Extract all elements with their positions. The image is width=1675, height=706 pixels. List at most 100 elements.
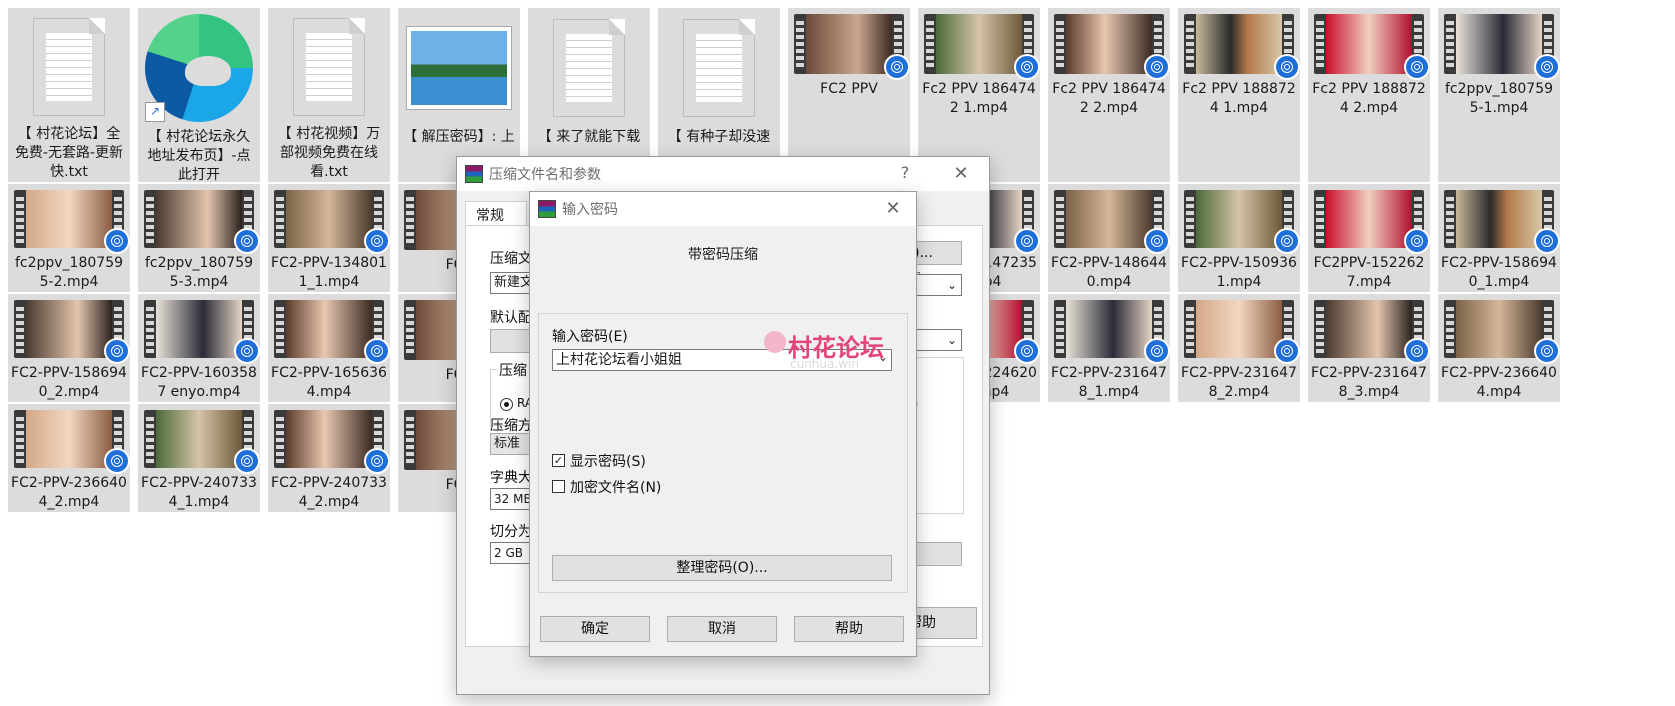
file-item[interactable]: FC2-PPV-2316478_3.mp4 <box>1308 294 1430 402</box>
file-item[interactable]: FC2-PPV-1586940_1.mp4 <box>1438 184 1560 292</box>
file-item[interactable]: FC2-PPV-2407334_1.mp4 <box>138 404 260 512</box>
file-item[interactable]: FC2-PPV-1656364.mp4 <box>268 294 390 402</box>
file-name: FC2-PPV-1348011_1.mp4 <box>271 255 387 290</box>
watermark-girl-icon <box>764 331 786 353</box>
file-name: FC2-PPV-2366404_2.mp4 <box>11 475 127 510</box>
file-name: FC2-PPV-1603587 enyo.mp4 <box>141 365 257 400</box>
file-item[interactable]: FC2-PPV-2366404.mp4 <box>1438 294 1560 402</box>
encrypt-filenames-checkbox[interactable] <box>552 480 565 493</box>
file-item[interactable]: FC2-PPV-2316478_2.mp4 <box>1178 294 1300 402</box>
file-name: Fc2 PPV 1888724 1.mp4 <box>1182 81 1296 116</box>
file-name: fc2ppv_1807595-1.mp4 <box>1444 81 1554 116</box>
password-dialog-titlebar: 输入密码 ✕ <box>530 192 916 226</box>
profiles-button[interactable] <box>490 329 530 353</box>
password-help-button[interactable]: 帮助 <box>794 616 904 642</box>
file-item[interactable]: FC2-PPV-2407334_2.mp4 <box>268 404 390 512</box>
encrypt-filenames-label: 加密文件名(N) <box>570 480 662 496</box>
file-name: FC2-PPV-1586940_2.mp4 <box>11 365 127 400</box>
password-cancel-button[interactable]: 取消 <box>667 616 777 642</box>
text-file-icon <box>33 17 105 116</box>
file-name: FC2PPV-1522627.mp4 <box>1313 255 1425 290</box>
media-player-icon <box>234 338 260 364</box>
file-name: FC2-PPV-2407334_2.mp4 <box>271 475 387 510</box>
file-item[interactable]: FC2-PPV-2366404_2.mp4 <box>8 404 130 512</box>
format-rar-radio[interactable] <box>500 398 513 411</box>
media-player-icon <box>1014 54 1040 80</box>
password-dialog: 输入密码 ✕ 带密码压缩 输入密码(E) 上村花论坛看小姐姐 ⌄ ✓ 显示密码(… <box>529 191 917 657</box>
file-item[interactable]: ↗ 【 村花论坛永久地址发布页】-点此打开 <box>138 8 260 183</box>
video-thumbnail <box>1184 190 1300 254</box>
text-file-icon <box>553 19 625 117</box>
file-item[interactable]: 【 村花论坛】全免费-无套路-更新快.txt <box>8 8 130 182</box>
file-name: FC2-PPV-1486440.mp4 <box>1051 255 1167 290</box>
video-thumbnail <box>14 410 130 474</box>
video-thumbnail <box>1444 300 1560 364</box>
video-thumbnail <box>144 300 260 364</box>
file-item[interactable]: Fc2 PPV 1888724 1.mp4 <box>1178 8 1300 182</box>
file-name: FC2-PPV-1656364.mp4 <box>271 365 387 400</box>
default-profile-label: 默认配 <box>490 310 532 326</box>
file-item[interactable]: fc2ppv_1807595-1.mp4 <box>1438 8 1560 182</box>
file-item[interactable]: FC2-PPV-2316478_1.mp4 <box>1048 294 1170 402</box>
file-item[interactable]: FC2-PPV-1348011_1.mp4 <box>268 184 390 292</box>
help-icon[interactable]: ? <box>895 163 915 182</box>
file-item[interactable]: Fc2 PPV 1864742 2.mp4 <box>1048 8 1170 182</box>
media-player-icon <box>364 338 390 364</box>
organize-passwords-button[interactable]: 整理密码(O)... <box>552 555 892 581</box>
media-player-icon <box>234 448 260 474</box>
winrar-icon <box>465 165 483 183</box>
media-player-icon <box>884 54 910 80</box>
video-thumbnail <box>1054 14 1170 80</box>
video-thumbnail <box>924 14 1040 80</box>
show-password-checkbox[interactable]: ✓ <box>552 454 565 467</box>
close-icon[interactable]: ✕ <box>883 198 903 219</box>
file-item[interactable]: FC2-PPV-1509361.mp4 <box>1178 184 1300 292</box>
video-thumbnail <box>144 410 260 474</box>
file-item[interactable]: fc2ppv_1807595-3.mp4 <box>138 184 260 292</box>
file-item[interactable]: Fc2 PPV 1888724 2.mp4 <box>1308 8 1430 182</box>
media-player-icon <box>104 338 130 364</box>
video-thumbnail <box>1054 300 1170 364</box>
method-label: 压缩方 <box>490 418 532 434</box>
video-thumbnail <box>1184 14 1300 80</box>
password-ok-button[interactable]: 确定 <box>540 616 650 642</box>
media-player-icon <box>1274 338 1300 364</box>
archive-name-label: 压缩文 <box>490 251 532 267</box>
media-player-icon <box>1404 228 1430 254</box>
media-player-icon <box>364 448 390 474</box>
media-player-icon <box>1014 338 1040 364</box>
file-name: FC2-PPV-2316478_1.mp4 <box>1051 365 1167 400</box>
show-password-label: 显示密码(S) <box>570 454 646 470</box>
video-thumbnail <box>1444 14 1560 80</box>
file-item[interactable]: FC2-PPV-1603587 enyo.mp4 <box>138 294 260 402</box>
file-name: FC2-PPV-1509361.mp4 <box>1181 255 1297 290</box>
file-item[interactable]: FC2-PPV-1586940_2.mp4 <box>8 294 130 402</box>
format-group-label: 压缩 <box>497 360 529 380</box>
file-name: 【 来了就能下载 <box>537 129 641 145</box>
file-name: FC2 PPV <box>820 81 878 97</box>
video-thumbnail <box>1184 300 1300 364</box>
file-name: 【 村花视频】万部视频免费在线看.txt <box>277 126 381 180</box>
archive-dialog-title: 压缩文件名和参数 <box>489 167 601 183</box>
file-item[interactable]: FC2-PPV-1486440.mp4 <box>1048 184 1170 292</box>
file-name: fc2ppv_1807595-2.mp4 <box>14 255 124 290</box>
password-dialog-title: 输入密码 <box>562 202 618 218</box>
text-file-icon <box>293 17 365 116</box>
file-name: 【 解压密码】: 上 <box>403 129 515 145</box>
media-player-icon <box>1404 338 1430 364</box>
media-player-icon <box>1144 54 1170 80</box>
video-thumbnail <box>1314 14 1430 80</box>
tab-general[interactable]: 常规 <box>465 201 527 226</box>
file-item[interactable]: FC2PPV-1522627.mp4 <box>1308 184 1430 292</box>
file-item[interactable]: 【 村花视频】万部视频免费在线看.txt <box>268 8 390 182</box>
file-name: FC2-PPV-1586940_1.mp4 <box>1441 255 1557 290</box>
file-name: 【 村花论坛】全免费-无套路-更新快.txt <box>14 126 124 180</box>
file-item[interactable]: fc2ppv_1807595-2.mp4 <box>8 184 130 292</box>
media-player-icon <box>1014 228 1040 254</box>
video-thumbnail <box>144 190 260 254</box>
archive-dialog-titlebar: 压缩文件名和参数 ? ✕ <box>457 157 989 191</box>
close-icon[interactable]: ✕ <box>951 163 971 184</box>
split-volume-label: 切分为 <box>490 524 532 540</box>
media-player-icon <box>1404 54 1430 80</box>
video-thumbnail <box>14 300 130 364</box>
